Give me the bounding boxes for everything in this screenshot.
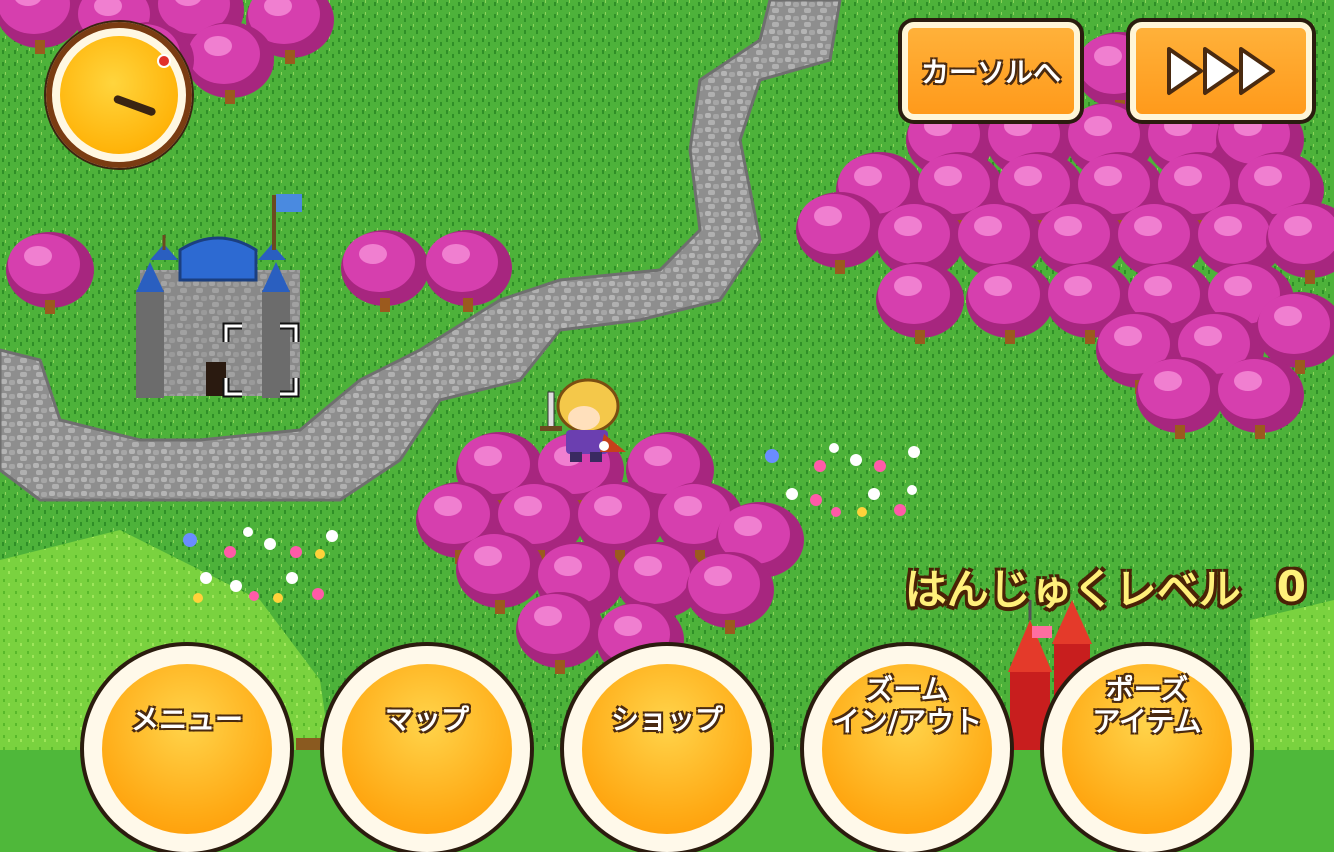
level-label: はんじゅくレベル [904,564,1241,614]
pause-label-line1: ポーズ [1105,673,1189,706]
map-label: マップ [384,703,469,736]
time-clock-icon [46,22,192,168]
fast-forward-icon [1167,47,1275,95]
zoom-label-line1: ズーム [865,673,949,706]
zoom-label-line2: イン/アウト [831,705,983,738]
menu-label: メニュー [130,703,243,736]
menu-button[interactable]: メニュー [84,646,290,852]
map-button[interactable]: マップ [324,646,530,852]
shop-button[interactable]: ショップ [564,646,770,852]
zoom-in-out-button[interactable]: ズーム イン/アウト [804,646,1010,852]
go-to-cursor-label: カーソルへ [920,56,1061,89]
pause-label-line2: アイテム [1092,705,1202,738]
pause-item-button[interactable]: ポーズ アイテム [1044,646,1250,852]
fast-forward-button[interactable] [1130,22,1312,120]
hanjuku-level-display: はんじゅくレベル 0 [905,556,1306,616]
shop-label: ショップ [610,703,723,736]
clock-marker-icon [157,54,171,68]
level-value: 0 [1276,561,1306,611]
go-to-cursor-button[interactable]: カーソルへ [902,22,1080,120]
